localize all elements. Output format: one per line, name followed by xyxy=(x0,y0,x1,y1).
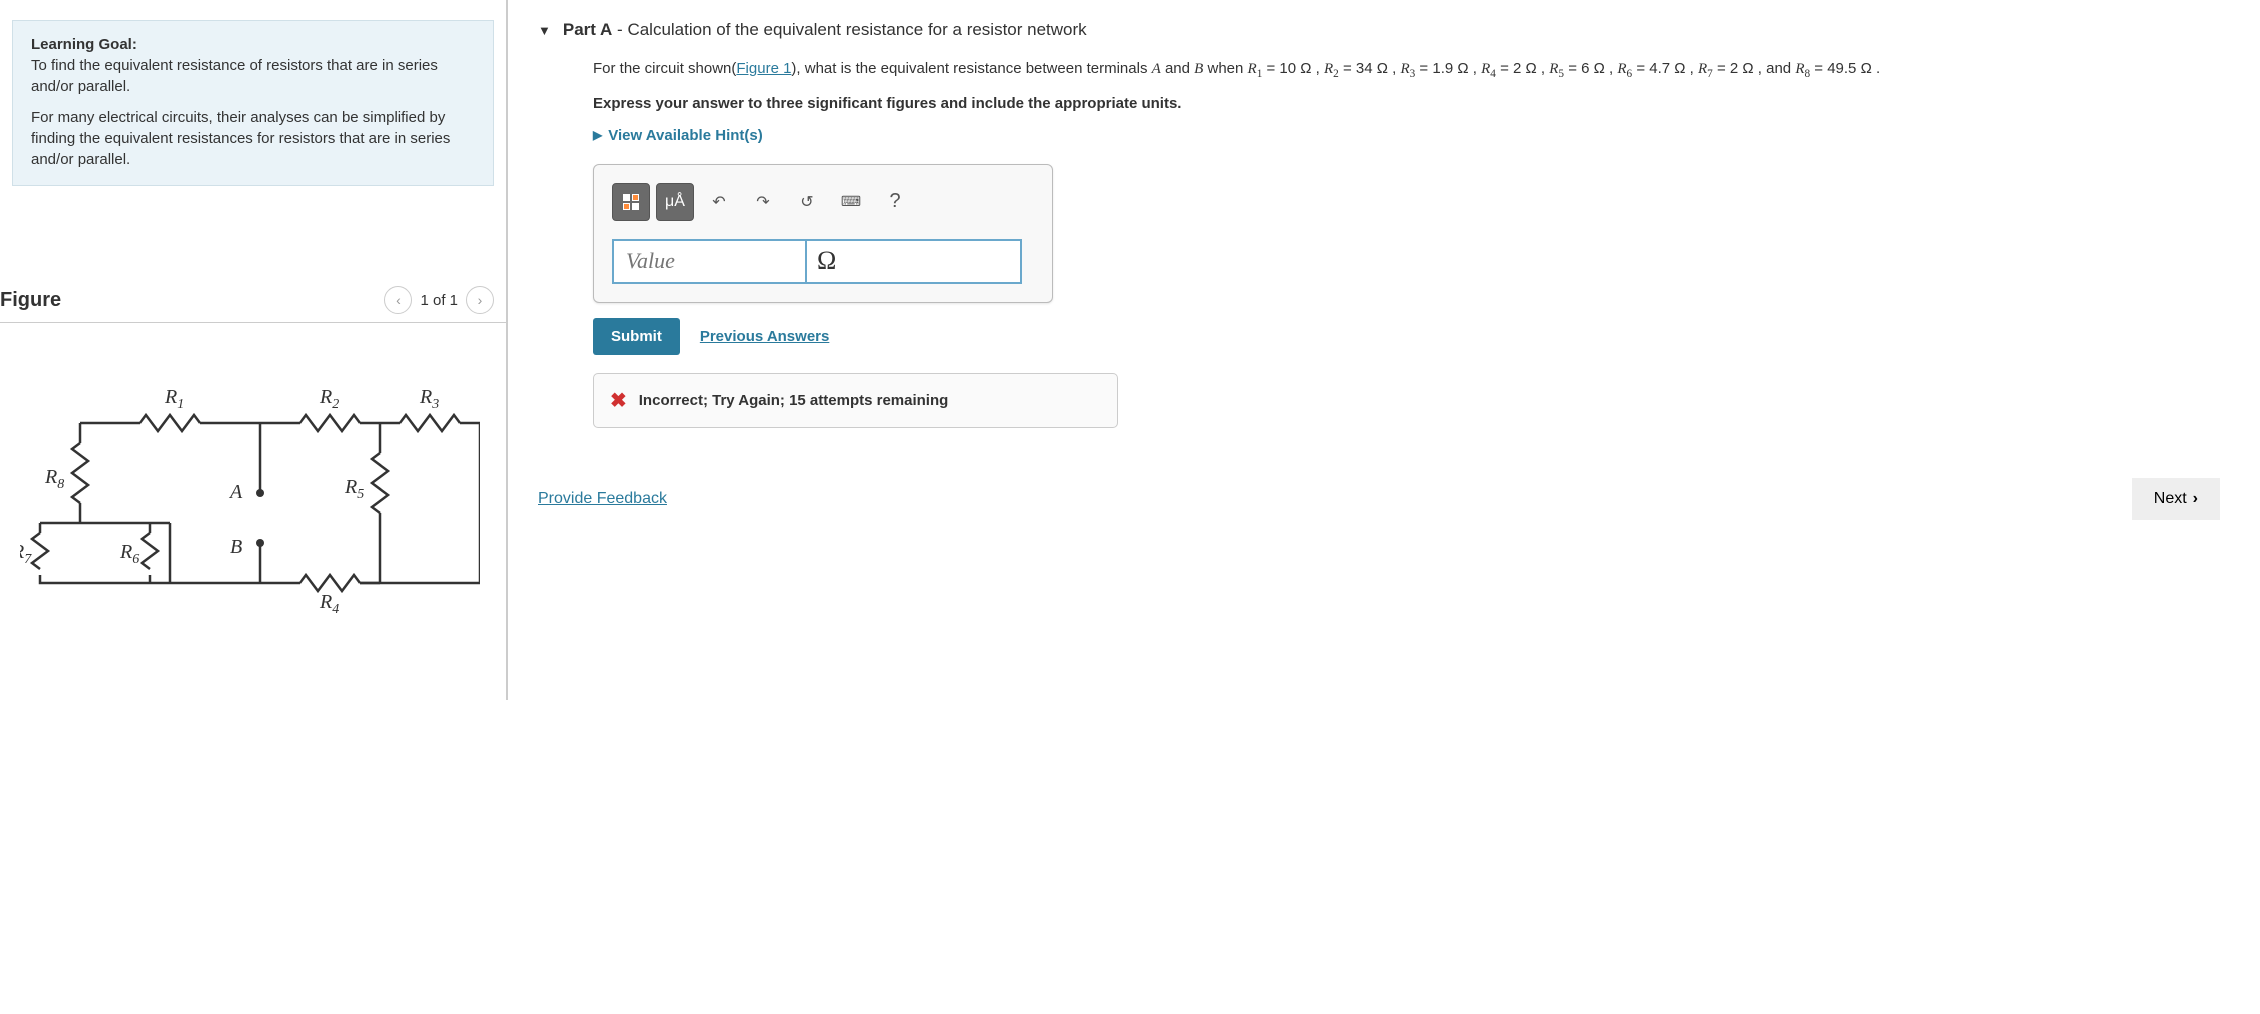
view-hints-button[interactable]: ▶ View Available Hint(s) xyxy=(593,127,2220,144)
undo-button[interactable]: ↶ xyxy=(700,183,738,221)
learning-goal-heading: Learning Goal: xyxy=(31,36,475,53)
next-button[interactable]: Next › xyxy=(2132,478,2220,520)
help-button[interactable]: ? xyxy=(876,183,914,221)
templates-icon xyxy=(623,194,639,210)
svg-text:A: A xyxy=(228,481,243,503)
svg-text:R7: R7 xyxy=(20,541,32,567)
feedback-message: ✖ Incorrect; Try Again; 15 attempts rema… xyxy=(593,373,1118,428)
part-header[interactable]: ▼ Part A - Calculation of the equivalent… xyxy=(538,20,2230,58)
svg-text:R1: R1 xyxy=(164,386,184,412)
provide-feedback-link[interactable]: Provide Feedback xyxy=(538,490,667,508)
keyboard-button[interactable]: ⌨ xyxy=(832,183,870,221)
svg-text:R4: R4 xyxy=(319,591,339,613)
svg-text:R6: R6 xyxy=(119,541,139,567)
answer-instruction: Express your answer to three significant… xyxy=(593,95,2220,112)
chevron-right-icon: › xyxy=(2193,490,2198,508)
answer-box: μÅ ↶ ↷ ↺ ⌨ ? Ω xyxy=(593,164,1053,303)
expand-icon: ▶ xyxy=(593,128,602,142)
learning-goal-text: To find the equivalent resistance of res… xyxy=(31,55,475,97)
figure-counter: 1 of 1 xyxy=(420,292,458,309)
part-label: Part A xyxy=(563,20,612,39)
question-text: For the circuit shown(Figure 1), what is… xyxy=(593,58,2220,83)
figure-prev-button[interactable]: ‹ xyxy=(384,286,412,314)
previous-answers-link[interactable]: Previous Answers xyxy=(700,328,830,345)
part-title: Calculation of the equivalent resistance… xyxy=(627,20,1086,39)
circuit-figure: R1 R2 R3 R4 R5 R6 R7 R8 A B xyxy=(0,323,506,637)
reset-button[interactable]: ↺ xyxy=(788,183,826,221)
learning-goal-desc: For many electrical circuits, their anal… xyxy=(31,107,475,170)
svg-text:B: B xyxy=(230,536,242,558)
submit-button[interactable]: Submit xyxy=(593,318,680,355)
svg-text:R5: R5 xyxy=(344,476,364,502)
figure-next-button[interactable]: › xyxy=(466,286,494,314)
figure-heading: Figure xyxy=(0,289,61,312)
redo-button[interactable]: ↷ xyxy=(744,183,782,221)
svg-text:R3: R3 xyxy=(419,386,439,412)
special-chars-button[interactable]: μÅ xyxy=(656,183,694,221)
learning-goal-box: Learning Goal: To find the equivalent re… xyxy=(12,20,494,186)
incorrect-icon: ✖ xyxy=(610,388,627,413)
figure-link[interactable]: Figure 1 xyxy=(736,60,791,77)
templates-button[interactable] xyxy=(612,183,650,221)
svg-text:R2: R2 xyxy=(319,386,339,412)
unit-input[interactable]: Ω xyxy=(807,239,1022,284)
svg-text:R8: R8 xyxy=(44,466,64,492)
collapse-icon: ▼ xyxy=(538,23,551,38)
value-input[interactable] xyxy=(612,239,807,284)
